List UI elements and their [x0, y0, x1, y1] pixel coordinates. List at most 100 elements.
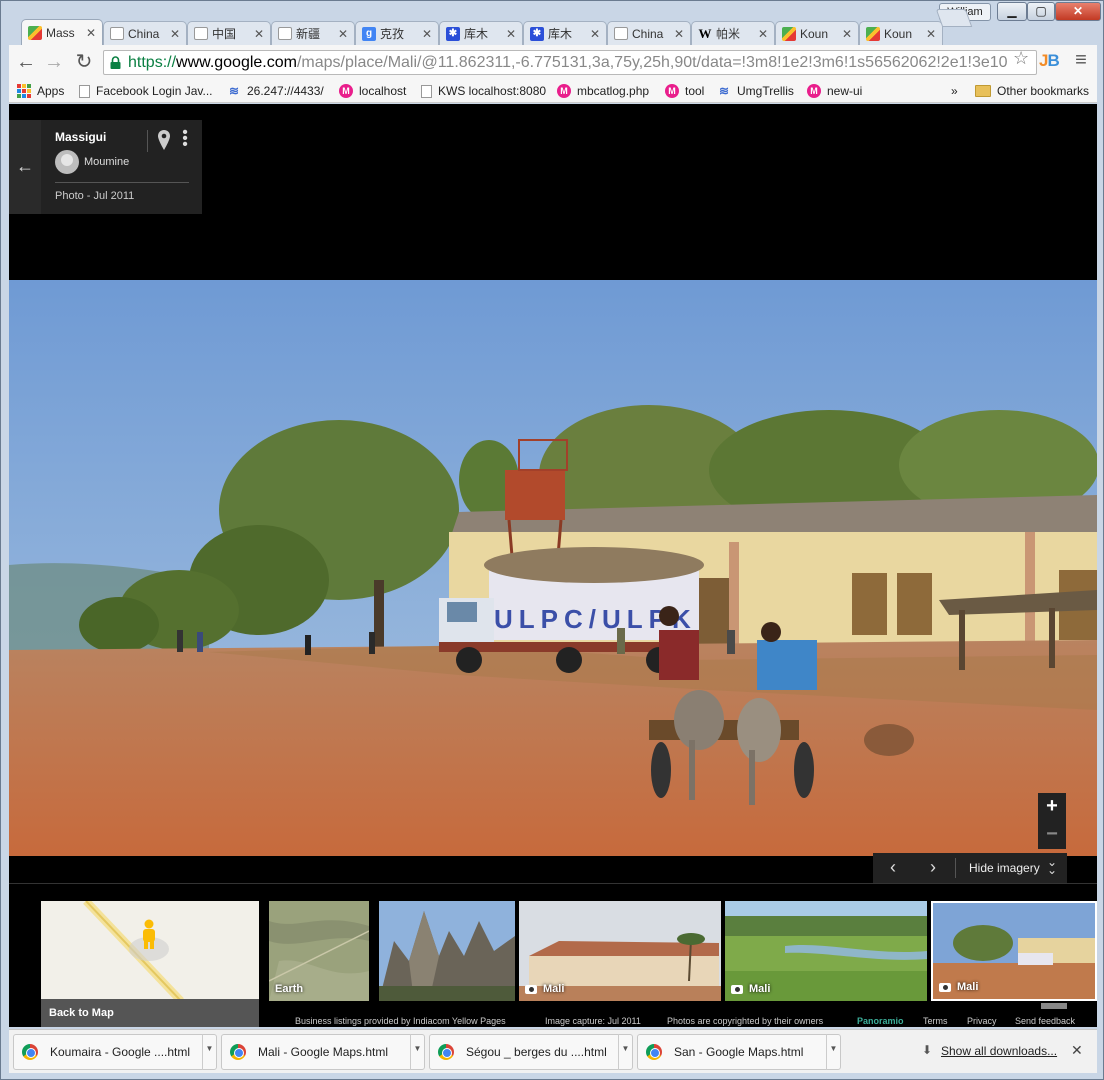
show-all-downloads-link[interactable]: Show all downloads...	[941, 1044, 1057, 1058]
hide-imagery-button[interactable]: Hide imagery	[969, 861, 1040, 875]
download-item[interactable]: Mali - Google Maps.html ▼	[221, 1034, 425, 1070]
photo-thumbnail[interactable]	[379, 901, 515, 1001]
mali-thumbnail-3-selected[interactable]: Mali	[931, 901, 1097, 1001]
mali-thumbnail-1[interactable]: Mali	[519, 901, 721, 1001]
divider	[147, 130, 148, 152]
attribution-footer: Business listings provided by Indiacom Y…	[9, 1016, 1097, 1027]
tab-koun-1[interactable]: Koun ✕	[775, 21, 859, 45]
image-capture-date: Image capture: Jul 2011	[545, 1016, 641, 1026]
chevron-down-icon[interactable]: ▼	[826, 1034, 840, 1070]
url-path: /maps/place/Mali/@11.862311,-6.775131,3a…	[296, 54, 1008, 71]
tab-kumu-1[interactable]: ✱ 库木 ✕	[439, 21, 523, 45]
privacy-link[interactable]: Privacy	[967, 1016, 997, 1026]
divider	[55, 182, 189, 183]
more-options-icon[interactable]: • • •	[182, 125, 188, 153]
tab-xinjiang[interactable]: 新疆 ✕	[271, 21, 355, 45]
tab-zhongguo[interactable]: 中国 ✕	[187, 21, 271, 45]
back-arrow-icon[interactable]: ←	[9, 120, 41, 214]
download-item[interactable]: San - Google Maps.html ▼	[637, 1034, 841, 1070]
bookmark-new-ui[interactable]: M new-ui	[807, 83, 862, 99]
download-item[interactable]: Koumaira - Google ....html ▼	[13, 1034, 217, 1070]
tab-koun-2[interactable]: Koun ✕	[859, 21, 943, 45]
bookmark-ip[interactable]: ≋ 26.247://4433/	[227, 83, 324, 99]
next-photo-button[interactable]: ›	[923, 857, 943, 878]
tab-china-2[interactable]: China ✕	[607, 21, 691, 45]
tab-massigui[interactable]: Mass ✕	[21, 19, 103, 45]
earth-thumbnail[interactable]: Earth	[269, 901, 369, 1001]
close-tab-icon[interactable]: ✕	[840, 27, 852, 41]
tab-title: 库木	[464, 27, 489, 41]
imagery-nav: ‹ › Hide imagery ⌄ ⌄	[873, 853, 1067, 883]
street-photo[interactable]: ULPC/ULPK	[9, 280, 1097, 856]
jetbrains-extension-icon[interactable]: JB	[1039, 51, 1060, 71]
bookmark-apps[interactable]: Apps	[17, 83, 64, 99]
chevron-down-icon[interactable]: ▼	[202, 1034, 216, 1070]
close-tab-icon[interactable]: ✕	[252, 27, 264, 41]
bookmark-umgtrellis[interactable]: ≋ UmgTrellis	[717, 83, 794, 99]
prev-photo-button[interactable]: ‹	[883, 857, 903, 878]
chrome-icon	[22, 1044, 38, 1060]
close-tab-icon[interactable]: ✕	[336, 27, 348, 41]
terms-link[interactable]: Terms	[923, 1016, 948, 1026]
chevron-down-icon[interactable]: ▼	[410, 1034, 424, 1070]
copyright-notice: Photos are copyrighted by their owners	[667, 1016, 824, 1026]
thumbnail-label-text: Mali	[543, 983, 565, 995]
close-tab-icon[interactable]: ✕	[924, 27, 936, 41]
tab-kumu-2[interactable]: ✱ 库木 ✕	[523, 21, 607, 45]
place-title[interactable]: Massigui	[55, 130, 106, 144]
bookmark-label: mbcatlog.php	[577, 84, 650, 98]
new-tab-button[interactable]	[935, 9, 973, 27]
address-bar[interactable]: https://www.google.com/maps/place/Mali/@…	[103, 50, 1037, 75]
page-icon	[194, 27, 208, 40]
page-icon	[421, 84, 432, 98]
close-tab-icon[interactable]: ✕	[168, 27, 180, 41]
tab-title: 库木	[548, 27, 573, 41]
tab-title: 中国	[212, 27, 237, 41]
tab-title: Koun	[800, 26, 829, 41]
contributor-name[interactable]: Moumine	[84, 156, 129, 168]
bookmarks-bar: Apps Facebook Login Jav... ≋ 26.247://44…	[9, 79, 1097, 103]
maps-icon	[28, 25, 42, 40]
panoramio-logo[interactable]: Panoramio	[857, 1016, 904, 1026]
back-arrow-icon[interactable]: ←	[15, 51, 37, 73]
chrome-menu-icon[interactable]: ≡	[1071, 49, 1091, 72]
bookmark-kws-localhost[interactable]: KWS localhost:8080	[421, 83, 546, 99]
close-tab-icon[interactable]: ✕	[756, 27, 768, 41]
avatar[interactable]	[55, 150, 79, 174]
double-chevron-down-icon[interactable]: ⌄ ⌄	[1047, 856, 1057, 876]
download-item[interactable]: Ségou _ berges du ....html ▼	[429, 1034, 633, 1070]
bookmark-mbcatlog[interactable]: M mbcatlog.php	[557, 83, 649, 99]
browser-toolbar: ← → ↻ https://www.google.com/maps/place/…	[9, 45, 1097, 79]
back-to-map-thumbnail[interactable]: Back to Map	[41, 901, 259, 1027]
wikipedia-icon: W	[698, 25, 712, 41]
close-tab-icon[interactable]: ✕	[420, 27, 432, 41]
zoom-in-button[interactable]: +	[1038, 793, 1066, 821]
close-tab-icon[interactable]: ✕	[588, 27, 600, 41]
mali-thumbnail-2[interactable]: Mali	[725, 901, 927, 1001]
close-tab-icon[interactable]: ✕	[84, 26, 96, 40]
close-tab-icon[interactable]: ✕	[672, 27, 684, 41]
tab-kezi[interactable]: g 克孜 ✕	[355, 21, 439, 45]
folder-label: Other bookmarks	[997, 84, 1090, 98]
magento-icon: M	[557, 84, 571, 98]
forward-arrow-icon[interactable]: →	[43, 51, 65, 73]
camera-icon	[731, 984, 743, 994]
maps-page: ← Massigui Moumine Photo - Jul 2011 • • •	[9, 104, 1097, 1027]
bookmark-tool[interactable]: M tool	[665, 83, 704, 99]
zoom-out-button[interactable]: −	[1038, 821, 1066, 849]
other-bookmarks-folder[interactable]: Other bookmarks	[975, 83, 1089, 99]
close-downloads-bar-icon[interactable]: ✕	[1071, 1042, 1083, 1059]
tab-china[interactable]: China ✕	[103, 21, 187, 45]
bookmarks-overflow-button[interactable]: »	[951, 83, 958, 99]
map-pin-icon[interactable]	[158, 130, 170, 150]
bookmark-star-icon[interactable]: ☆	[1013, 48, 1029, 69]
bookmark-facebook-login[interactable]: Facebook Login Jav...	[79, 83, 213, 99]
tab-pamir[interactable]: W 帕米 ✕	[691, 21, 775, 45]
chevron-down-icon[interactable]: ▼	[618, 1034, 632, 1070]
browser-window: William ▁ ▢ ✕ Mass ✕ China ✕ 中国 ✕ 新疆 ✕ g…	[0, 0, 1104, 1080]
reload-icon[interactable]: ↻	[73, 51, 95, 73]
send-feedback-link[interactable]: Send feedback	[1015, 1016, 1075, 1026]
bookmark-localhost[interactable]: M localhost	[339, 83, 406, 99]
close-tab-icon[interactable]: ✕	[504, 27, 516, 41]
download-filename: Ségou _ berges du ....html	[466, 1045, 607, 1059]
